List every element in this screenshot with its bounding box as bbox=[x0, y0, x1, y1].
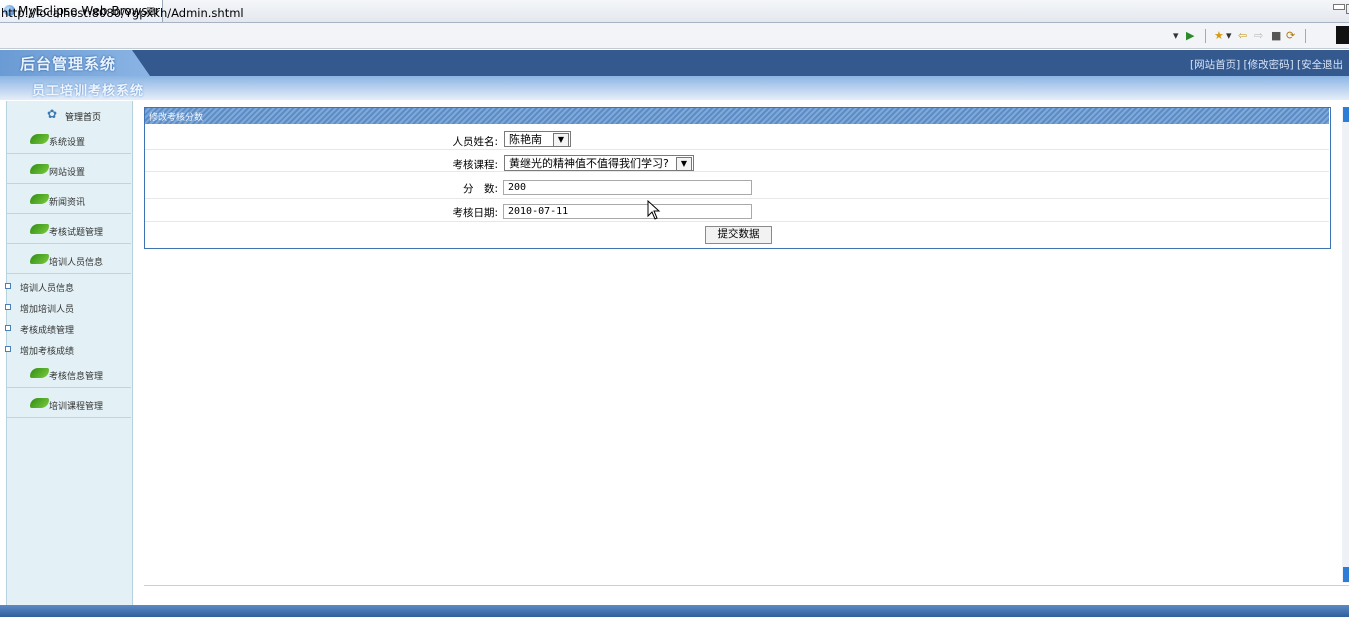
submenu-item-add-trainee[interactable]: 增加培训人员 bbox=[0, 299, 130, 319]
course-label: 考核课程: bbox=[452, 159, 498, 171]
sidebar-item-label: 培训人员信息 bbox=[49, 258, 104, 268]
sidebar-item-label: 培训课程管理 bbox=[49, 402, 104, 412]
site-logo-title: 后台管理系统 bbox=[20, 55, 117, 73]
leaf-icon bbox=[30, 164, 49, 174]
mouse-cursor-icon bbox=[647, 200, 661, 220]
date-label: 考核日期: bbox=[452, 207, 498, 219]
header-links[interactable]: [网站首页] [修改密码] [安全退出 bbox=[1190, 57, 1343, 72]
scroll-up-button[interactable] bbox=[1343, 107, 1349, 122]
submenu-label: 培训人员信息 bbox=[20, 284, 75, 294]
submenu-label: 增加培训人员 bbox=[20, 305, 75, 315]
submenu-item-score-management[interactable]: 考核成绩管理 bbox=[0, 320, 130, 340]
bullet-icon bbox=[5, 304, 11, 310]
leaf-icon bbox=[30, 224, 49, 234]
name-select[interactable]: 陈艳南 ▼ bbox=[504, 131, 571, 147]
scroll-down-button[interactable] bbox=[1343, 567, 1349, 582]
sidebar-item-exam-questions[interactable]: 考核试题管理 bbox=[6, 215, 131, 244]
leaf-icon bbox=[30, 398, 49, 408]
vertical-scrollbar[interactable] bbox=[1342, 107, 1349, 583]
url-input[interactable]: http://localhost:8080/Ygpxkh/Admin.shtml bbox=[1, 6, 244, 20]
form-row bbox=[145, 151, 1329, 172]
leaf-icon bbox=[30, 194, 49, 204]
bullet-icon bbox=[5, 325, 11, 331]
sidebar-item-course-management[interactable]: 培训课程管理 bbox=[6, 389, 131, 418]
sidebar-item-exam-info[interactable]: 考核信息管理 bbox=[6, 359, 131, 388]
toolbar-separator bbox=[1305, 29, 1306, 43]
score-label: 分 数: bbox=[462, 183, 498, 195]
chevron-down-icon: ▼ bbox=[676, 157, 692, 171]
sidebar-item-label: 新闻资讯 bbox=[49, 198, 86, 208]
date-input[interactable]: 2010-07-11 bbox=[503, 204, 752, 219]
submenu-item-trainee-info[interactable]: 培训人员信息 bbox=[0, 278, 130, 298]
leaf-icon bbox=[30, 254, 49, 264]
stop-icon[interactable]: ■ bbox=[1271, 29, 1281, 43]
panel-title: 修改考核分数 bbox=[149, 113, 204, 123]
bullet-icon bbox=[5, 283, 11, 289]
panel-header bbox=[145, 108, 1329, 124]
form-row bbox=[145, 129, 1329, 150]
sidebar-item-label: 系统设置 bbox=[49, 138, 86, 148]
sidebar-home-link[interactable]: 管理首页 bbox=[65, 110, 101, 123]
toolbar-separator bbox=[1205, 29, 1206, 43]
minimize-icon[interactable] bbox=[1333, 4, 1345, 10]
submit-button[interactable]: 提交数据 bbox=[705, 226, 772, 244]
favorites-icon[interactable]: ★ bbox=[1214, 29, 1224, 43]
sidebar-item-label: 考核信息管理 bbox=[49, 372, 104, 382]
favorites-dropdown-icon[interactable]: ▾ bbox=[1226, 29, 1232, 43]
score-input[interactable]: 200 bbox=[503, 180, 752, 195]
site-header bbox=[0, 50, 1349, 76]
submenu-label: 考核成绩管理 bbox=[20, 326, 75, 336]
content-bottom-divider bbox=[144, 585, 1349, 586]
url-dropdown-icon[interactable]: ▾ bbox=[1173, 29, 1179, 43]
back-icon[interactable]: ⇦ bbox=[1238, 29, 1247, 43]
system-subtitle: 员工培训考核系统 bbox=[32, 84, 145, 99]
footer-bar bbox=[0, 605, 1349, 617]
bullet-icon bbox=[5, 346, 11, 352]
submenu-label: 增加考核成绩 bbox=[20, 347, 75, 357]
name-select-value: 陈艳南 bbox=[509, 133, 542, 146]
sidebar-item-system-settings[interactable]: 系统设置 bbox=[6, 125, 131, 154]
refresh-icon[interactable]: ⟳ bbox=[1286, 29, 1295, 43]
address-bar bbox=[0, 23, 1349, 49]
submenu-item-add-score[interactable]: 增加考核成绩 bbox=[0, 341, 130, 361]
sidebar-item-label: 网站设置 bbox=[49, 168, 86, 178]
leaf-icon bbox=[30, 134, 49, 144]
sidebar-item-trainee-info[interactable]: 培训人员信息 bbox=[6, 245, 131, 274]
sidebar-item-news[interactable]: 新闻资讯 bbox=[6, 185, 131, 214]
chevron-down-icon: ▼ bbox=[553, 133, 569, 147]
leaf-icon bbox=[30, 368, 49, 378]
name-label: 人员姓名: bbox=[452, 136, 498, 148]
view-toggle-icon[interactable] bbox=[1336, 26, 1349, 44]
course-select-value: 黄继光的精神值不值得我们学习? bbox=[509, 157, 669, 170]
sidebar-item-label: 考核试题管理 bbox=[49, 228, 104, 238]
course-select[interactable]: 黄继光的精神值不值得我们学习? ▼ bbox=[504, 155, 694, 171]
subtitle-bar bbox=[0, 76, 1349, 100]
home-icon: ✿ bbox=[47, 107, 58, 121]
go-icon[interactable]: ▶ bbox=[1186, 29, 1194, 43]
forward-icon[interactable]: ⇨ bbox=[1254, 29, 1263, 43]
sidebar-item-site-settings[interactable]: 网站设置 bbox=[6, 155, 131, 184]
